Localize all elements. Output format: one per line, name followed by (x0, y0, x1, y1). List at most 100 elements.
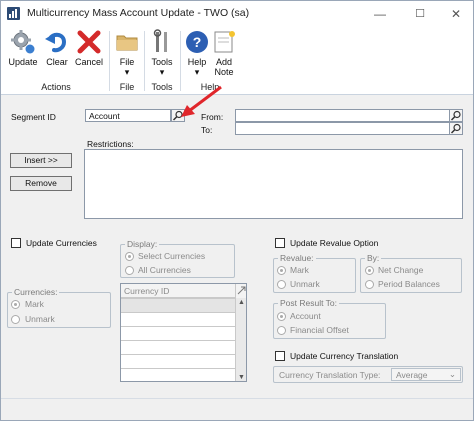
revalue-title: Revalue: (278, 253, 316, 263)
note-icon (211, 29, 237, 55)
from-lookup-button[interactable] (449, 109, 463, 122)
restrictions-label: Restrictions: (87, 139, 134, 149)
chevron-down-icon: ⌄ (448, 369, 456, 379)
net-change-radio[interactable] (365, 266, 374, 275)
post-result-group: Post Result To: Account Financial Offset (273, 298, 386, 339)
translation-type-select[interactable]: Average ⌄ (391, 368, 461, 381)
grid-row[interactable] (121, 312, 235, 326)
remove-button[interactable]: Remove (10, 176, 72, 191)
tools-icon (149, 29, 175, 55)
to-field[interactable] (235, 122, 450, 135)
tools-menu-button[interactable]: Tools ▾ (147, 29, 177, 77)
period-balances-label: Period Balances (378, 279, 440, 289)
update-currency-translation-label: Update Currency Translation (290, 351, 399, 361)
currencies-title: Currencies: (12, 287, 60, 297)
magnifier-icon (450, 110, 461, 121)
grid-row[interactable] (121, 298, 235, 312)
all-currencies-label: All Currencies (138, 265, 191, 275)
from-label: From: (201, 112, 224, 122)
currencies-unmark-radio[interactable] (11, 315, 20, 324)
post-account-label: Account (290, 311, 321, 321)
update-label: Update (8, 57, 38, 67)
status-bar (1, 398, 473, 420)
maximize-button[interactable]: ☐ (405, 1, 435, 27)
restrictions-list[interactable] (84, 149, 463, 219)
translation-type-value: Average (396, 370, 428, 380)
revalue-mark-label: Mark (290, 265, 309, 275)
add-note-label-line2: Note (214, 67, 234, 77)
revalue-mark-radio[interactable] (277, 266, 286, 275)
grid-row[interactable] (121, 326, 235, 340)
post-financial-offset-label: Financial Offset (290, 325, 349, 335)
all-currencies-radio[interactable] (125, 266, 134, 275)
grid-scrollbar[interactable]: ▲ ▼ (235, 298, 246, 381)
translation-type-group: Currency Translation Type: Average ⌄ (273, 366, 463, 383)
currencies-mark-radio[interactable] (11, 300, 20, 309)
close-button[interactable]: ✕ (441, 1, 471, 27)
grid-row[interactable] (121, 340, 235, 354)
scroll-up-icon: ▲ (238, 299, 245, 306)
file-group-label: File (119, 82, 135, 92)
scroll-down-icon: ▼ (238, 374, 245, 381)
help-label: Help (187, 57, 207, 67)
help-menu-button[interactable]: ? Help ▾ (183, 29, 211, 77)
by-title: By: (365, 253, 382, 263)
tools-group-label: Tools (151, 82, 173, 92)
update-currency-translation-checkbox[interactable] (275, 351, 285, 361)
update-currencies-label: Update Currencies (26, 238, 97, 248)
currency-id-header: Currency ID (124, 286, 170, 296)
select-currencies-radio[interactable] (125, 252, 134, 261)
chevron-down-icon: ▾ (124, 67, 130, 77)
currency-grid[interactable]: Currency ID ▲ ▼ (120, 283, 247, 382)
app-icon (7, 7, 20, 20)
clear-button[interactable]: Clear (43, 29, 71, 77)
post-financial-offset-radio[interactable] (277, 326, 286, 335)
ribbon-separator (109, 31, 110, 91)
update-button[interactable]: Update (6, 29, 40, 77)
file-label: File (119, 57, 135, 67)
ribbon-separator (144, 31, 145, 91)
from-field[interactable] (235, 109, 450, 122)
expand-corner-icon (237, 286, 246, 295)
currency-grid-header: Currency ID (121, 284, 235, 298)
clear-label: Clear (46, 57, 68, 67)
chevron-down-icon: ▾ (194, 67, 200, 77)
mass-account-update-window: Multicurrency Mass Account Update - TWO … (0, 0, 474, 421)
insert-button[interactable]: Insert >> (10, 153, 72, 168)
chevron-down-icon: ▾ (159, 67, 165, 77)
grid-row[interactable] (121, 368, 235, 381)
display-title: Display: (125, 239, 160, 249)
revalue-unmark-radio[interactable] (277, 280, 286, 289)
segment-id-label: Segment ID (11, 112, 56, 122)
segment-id-value: Account (89, 111, 120, 121)
to-label: To: (201, 125, 213, 135)
update-revalue-label: Update Revalue Option (290, 238, 379, 248)
grid-expand-button[interactable] (235, 284, 246, 298)
magnifier-icon (450, 123, 461, 134)
title-bar: Multicurrency Mass Account Update - TWO … (1, 1, 473, 27)
display-group: Display: Select Currencies All Currencie… (120, 239, 235, 278)
grid-row[interactable] (121, 354, 235, 368)
net-change-label: Net Change (378, 265, 424, 275)
undo-arrow-icon (44, 29, 70, 55)
minimize-button[interactable]: — (365, 1, 395, 27)
currencies-group: Currencies: Mark Unmark (7, 287, 111, 328)
cancel-label: Cancel (74, 57, 103, 67)
actions-group-label: Actions (41, 82, 71, 92)
post-account-radio[interactable] (277, 312, 286, 321)
period-balances-radio[interactable] (365, 280, 374, 289)
file-menu-button[interactable]: File ▾ (113, 29, 141, 77)
select-currencies-label: Select Currencies (138, 251, 206, 261)
add-note-label-line1: Add (215, 57, 232, 67)
red-x-icon (76, 29, 102, 55)
to-lookup-button[interactable] (449, 122, 463, 135)
translation-type-label: Currency Translation Type: (279, 370, 381, 380)
ribbon-toolbar: Update Clear Cancel Actions File ▾ File … (1, 27, 473, 95)
cancel-button[interactable]: Cancel (73, 29, 105, 77)
segment-id-field[interactable]: Account (85, 109, 171, 122)
currencies-mark-label: Mark (25, 299, 44, 309)
update-revalue-checkbox[interactable] (275, 238, 285, 248)
update-currencies-checkbox[interactable] (11, 238, 21, 248)
currencies-unmark-label: Unmark (25, 314, 55, 324)
add-note-button[interactable]: Add Note (211, 29, 237, 77)
